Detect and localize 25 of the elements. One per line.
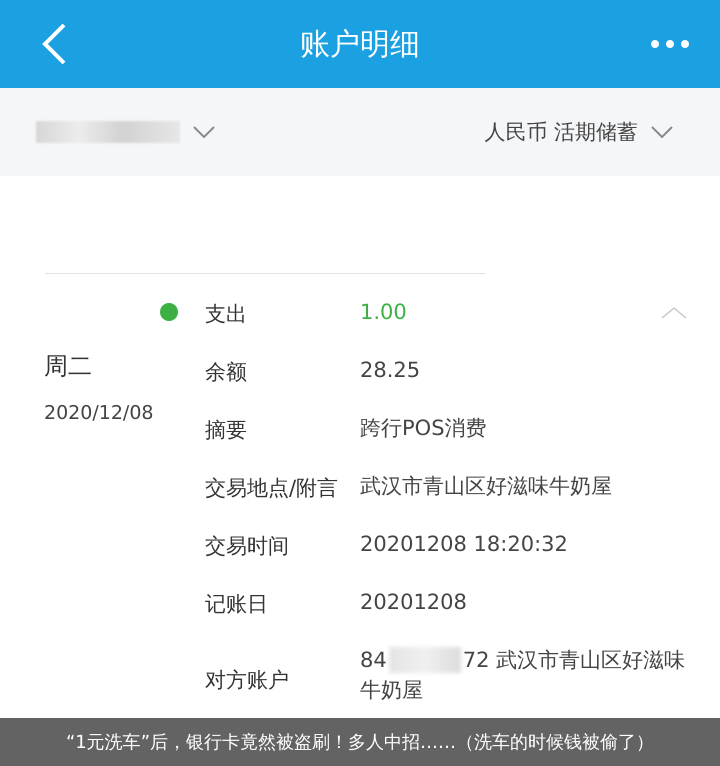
amount: 1.00 — [360, 299, 408, 326]
field-value: 84 — [360, 647, 387, 674]
caption-text: “1元洗车”后，银行卡竟然被盗刷！多人中招……（洗车的时候钱被偷了） — [66, 731, 654, 754]
field-value: 武汉市青山区好滋味牛奶屋 — [360, 473, 613, 500]
chevron-down-icon[interactable] — [192, 125, 216, 139]
field-value: 20201208 18:20:32 — [360, 531, 569, 558]
field-label: 交易地点/附言 — [204, 475, 340, 502]
field-value: 跨行POS消费 — [360, 415, 488, 442]
field-label: 交易时间 — [204, 533, 290, 560]
chevron-down-icon[interactable] — [650, 125, 674, 139]
transaction-date: 2020/12/08 — [44, 402, 155, 424]
transaction-type: 支出 — [204, 301, 248, 328]
field-label: 记账日 — [204, 591, 269, 618]
field-value: 牛奶屋 — [360, 678, 423, 702]
field-label: 摘要 — [204, 417, 248, 444]
account-type-selector[interactable]: 人民币 活期储蓄 — [484, 118, 638, 146]
field-label: 对方账户 — [204, 667, 290, 694]
field-label: 余额 — [204, 359, 248, 386]
page-title: 账户明细 — [300, 26, 420, 64]
field-value: 72 武汉市青山区好滋味 — [462, 647, 686, 674]
field-value: 28.25 — [360, 357, 422, 384]
chevron-up-icon[interactable] — [660, 306, 688, 320]
field-value: 20201208 — [360, 589, 468, 616]
more-icon[interactable] — [650, 39, 690, 49]
weekday: 周二 — [44, 351, 93, 382]
